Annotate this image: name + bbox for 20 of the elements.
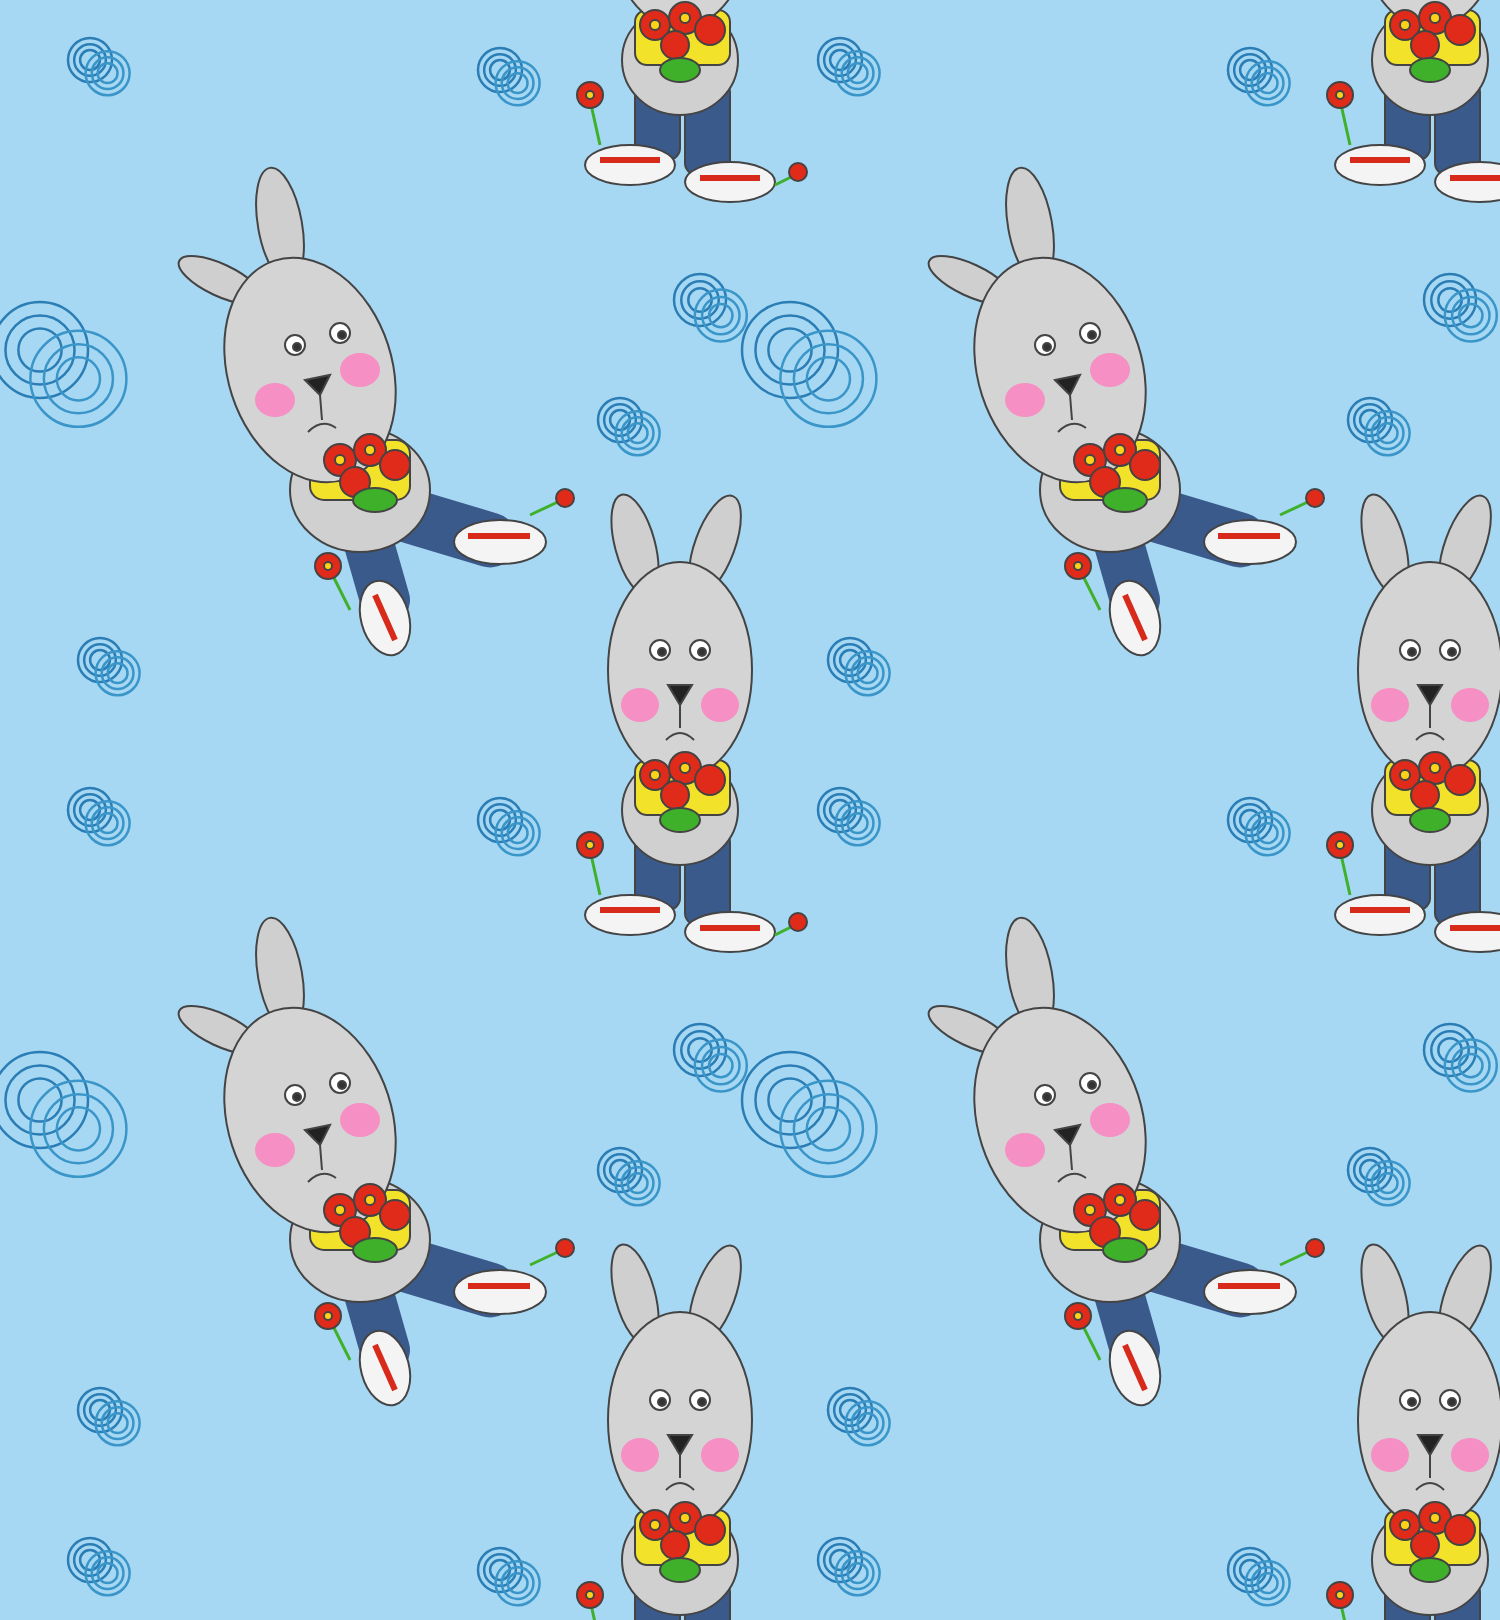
ring-drawing bbox=[818, 1538, 880, 1596]
ring-drawing bbox=[818, 38, 880, 96]
ring-drawing bbox=[1228, 48, 1290, 106]
ring-drawing bbox=[598, 398, 660, 456]
ring-drawing bbox=[818, 788, 880, 846]
ring-drawing bbox=[598, 1148, 660, 1206]
ring-drawing bbox=[478, 1548, 540, 1606]
ring-drawing bbox=[68, 1538, 130, 1596]
ring-drawing bbox=[78, 638, 140, 696]
ring-drawing bbox=[1228, 1548, 1290, 1606]
ring-drawing bbox=[68, 788, 130, 846]
ring-drawing bbox=[828, 638, 890, 696]
ring-drawing bbox=[828, 1388, 890, 1446]
ring-drawing bbox=[78, 1388, 140, 1446]
ring-drawing bbox=[1348, 1148, 1410, 1206]
ring-drawing bbox=[478, 798, 540, 856]
ring-drawing bbox=[1348, 398, 1410, 456]
ring-drawing bbox=[68, 38, 130, 96]
ring-drawing bbox=[478, 48, 540, 106]
ring-drawing bbox=[1228, 798, 1290, 856]
